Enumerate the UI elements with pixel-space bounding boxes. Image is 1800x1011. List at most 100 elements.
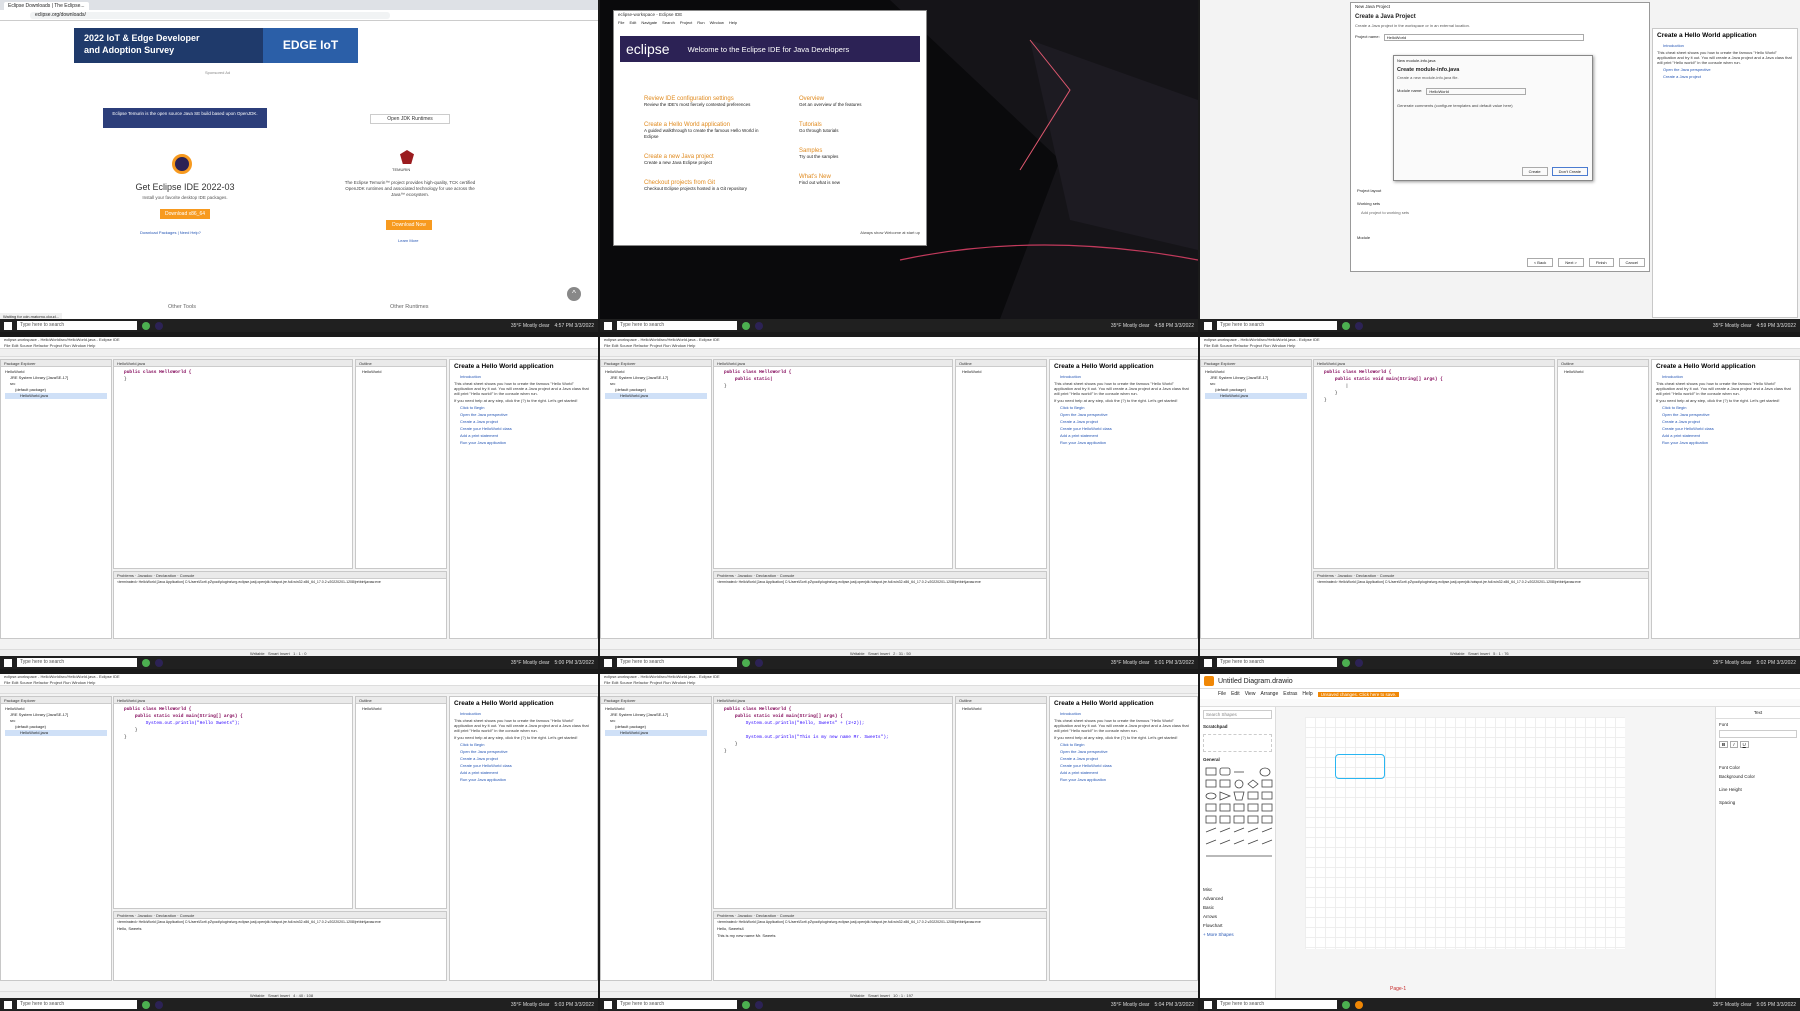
outline-tab[interactable]: Outline [1558,360,1648,367]
item-samples[interactable]: Samples Try out the samples [799,148,909,160]
code-area[interactable]: public class HelloWorld { public static … [114,704,352,743]
menu-window[interactable]: Window [72,343,86,348]
project-name-input[interactable]: HelloWorld [1383,34,1584,41]
cheat-step-3[interactable]: Create your HelloWorld class [450,762,597,769]
cheat-click[interactable]: Click to Begin [450,741,597,748]
code-area[interactable]: public class HelloWorld { } [114,367,352,385]
back-button[interactable]: < Back [1526,258,1554,267]
item-tutorials[interactable]: Tutorials Go through tutorials [799,122,909,134]
tab-console[interactable]: Console [180,573,195,578]
chrome-icon[interactable] [142,1000,150,1009]
menu-refactor[interactable]: Refactor [33,343,48,348]
cheat-click[interactable]: Click to Begin [1050,741,1197,748]
outline-tab[interactable]: Outline [356,697,446,704]
menu-help[interactable]: Help [1287,343,1295,348]
menu-help[interactable]: Help [729,19,737,26]
taskbar-search[interactable]: Type here to search [617,658,737,667]
section-arrows[interactable]: Arrows [1200,912,1275,921]
eclipse-icon[interactable] [155,658,163,667]
drawio-menu-arrange[interactable]: Arrange [1260,691,1278,697]
item-new-java-project[interactable]: Create a new Java project Create a new Ja… [644,154,774,166]
cheat-step-2[interactable]: Create a Java project [450,755,597,762]
shape-search[interactable]: Search Shapes [1203,710,1272,719]
tab-declaration[interactable]: Declaration [756,913,776,918]
menu-help[interactable]: Help [687,343,695,348]
cheat-step-5[interactable]: Run your Java application [1050,439,1197,446]
cheat-step-3[interactable]: Create your HelloWorld class [450,425,597,432]
cheat-step-3[interactable]: Create your HelloWorld class [1652,425,1799,432]
section-advanced[interactable]: Advanced [1200,894,1275,903]
always-show-checkbox[interactable]: Always show Welcome at start up [860,230,920,235]
tree-file[interactable]: HelloWorld.java [605,393,707,399]
start-icon[interactable] [604,658,612,667]
menu-window[interactable]: Window [710,19,724,26]
page-tab[interactable]: Page-1 [1390,986,1406,992]
next-button[interactable]: Next > [1558,258,1584,267]
download-x86-button[interactable]: Download x86_64 [160,209,210,219]
menu-project[interactable]: Project [1250,343,1262,348]
drawio-menu-help[interactable]: Help [1302,691,1312,697]
drawio-menu-file[interactable]: File [1218,691,1226,697]
taskbar-search[interactable]: Type here to search [1217,658,1337,667]
unsaved-warning[interactable]: Unsaved changes. Click here to save. [1317,691,1400,697]
module-comments-checkbox[interactable]: Generate comments (configure templates a… [1394,103,1592,108]
drawio-title[interactable]: Untitled Diagram.drawio [1218,678,1293,685]
learn-more-link[interactable]: Learn More [398,238,418,243]
tab-problems[interactable]: Problems [117,913,134,918]
taskbar-search[interactable]: Type here to search [17,321,137,330]
other-runtimes-link[interactable]: Other Runtimes [390,304,429,310]
survey-banner[interactable]: 2022 IoT & Edge Developer and Adoption S… [74,28,358,63]
start-icon[interactable] [604,1000,612,1009]
outline-tab[interactable]: Outline [956,360,1046,367]
outline-item[interactable]: HelloWorld [356,367,446,376]
cheat-step-5[interactable]: Run your Java application [1050,776,1197,783]
package-explorer-tab[interactable]: Package Explorer [601,697,711,704]
cheat-step-4[interactable]: Add a print statement [450,769,597,776]
taskbar-search[interactable]: Type here to search [1217,321,1337,330]
editor-tab[interactable]: HelloWorld.java [114,697,352,704]
cheat-intro[interactable]: Introduction [1050,373,1197,380]
address-bar[interactable]: eclipse.org/downloads/ [0,10,598,21]
cancel-button[interactable]: Cancel [1618,258,1645,267]
package-explorer-tab[interactable]: Package Explorer [1,360,111,367]
drawio-menu-view[interactable]: View [1245,691,1256,697]
font-select[interactable] [1719,730,1797,738]
package-explorer-tab[interactable]: Package Explorer [1201,360,1311,367]
section-misc[interactable]: Misc [1200,885,1275,894]
drawio-menu-extras[interactable]: Extras [1283,691,1297,697]
menu-source[interactable]: Source [620,343,633,348]
eclipse-icon[interactable] [1355,658,1363,667]
eclipse-icon[interactable] [755,1000,763,1009]
cheat-step-2[interactable]: Create a Java project [1652,418,1799,425]
menu-source[interactable]: Source [620,680,633,685]
cheat-step-1[interactable]: Open the Java perspective [450,411,597,418]
code-area[interactable]: public class HelloWorld { public static … [1314,367,1554,406]
start-icon[interactable] [4,658,12,667]
cheat-step-5[interactable]: Run your Java application [1652,439,1799,446]
menu-edit[interactable]: Edit [1212,343,1219,348]
section-flowchart[interactable]: Flowchart [1200,921,1275,930]
outline-tab[interactable]: Outline [356,360,446,367]
tab-javadoc[interactable]: Javadoc [1337,573,1352,578]
chrome-icon[interactable] [1342,1000,1350,1009]
cheat-intro[interactable]: Introduction [1653,42,1797,49]
item-whats-new[interactable]: What's New Find out what is new [799,174,909,186]
menu-project[interactable]: Project [50,680,62,685]
start-icon[interactable] [1204,321,1212,330]
url-text[interactable]: eclipse.org/downloads/ [30,11,390,19]
scratchpad-area[interactable] [1203,734,1272,752]
outline-item[interactable]: HelloWorld [956,704,1046,713]
cheat-step-1[interactable]: Open the Java perspective [1652,411,1799,418]
cheat-step-2[interactable]: Create a Java project [450,418,597,425]
menu-refactor[interactable]: Refactor [33,680,48,685]
taskbar-search[interactable]: Type here to search [617,321,737,330]
tab-problems[interactable]: Problems [717,573,734,578]
item-hello-world[interactable]: Create a Hello World application A guided… [644,122,774,140]
cheat-step-2[interactable]: Create a Java project [1050,755,1197,762]
tree-file[interactable]: HelloWorld.java [605,730,707,736]
drawing-canvas[interactable] [1305,717,1625,949]
editor-tab[interactable]: HelloWorld.java [714,360,952,367]
cheat-intro[interactable]: Introduction [1652,373,1799,380]
menu-search[interactable]: Search [662,19,675,26]
menu-file[interactable]: File [4,343,10,348]
